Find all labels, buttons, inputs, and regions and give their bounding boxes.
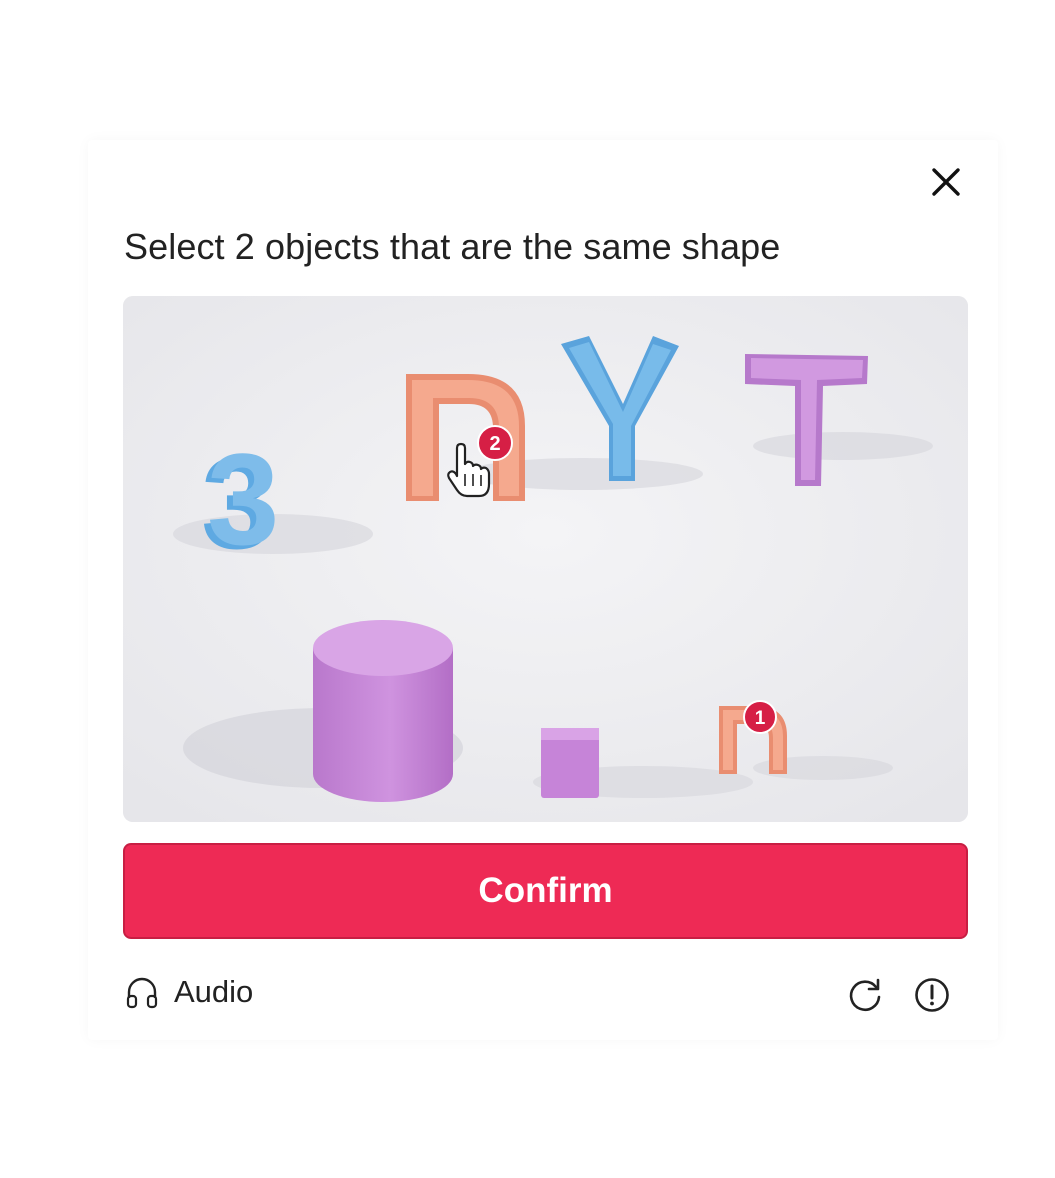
audio-button[interactable]: Audio [124, 972, 253, 1012]
info-alert-icon [915, 978, 949, 1012]
object-cylinder[interactable] [313, 620, 453, 802]
audio-label: Audio [174, 974, 254, 1009]
object-cube[interactable] [541, 728, 599, 798]
selection-marker-2: 2 [477, 425, 513, 461]
close-button[interactable] [926, 162, 966, 202]
close-icon [932, 168, 960, 196]
page: Select 2 objects that are the same shape [0, 0, 1055, 1178]
report-button[interactable] [910, 973, 954, 1017]
svg-text:3: 3 [207, 426, 279, 572]
captcha-dialog: Select 2 objects that are the same shape [88, 140, 998, 1040]
refresh-icon [849, 978, 881, 1012]
selection-marker-1: 1 [743, 700, 777, 734]
headphones-icon [126, 977, 158, 1009]
refresh-button[interactable] [843, 973, 887, 1017]
svg-text:2: 2 [489, 433, 500, 455]
captcha-image[interactable]: 3 3 2 1 [123, 296, 968, 822]
object-digit-three[interactable]: 3 3 [201, 426, 279, 576]
captcha-instruction: Select 2 objects that are the same shape [124, 226, 781, 267]
svg-text:1: 1 [755, 708, 766, 729]
confirm-button[interactable]: Confirm [123, 843, 968, 939]
